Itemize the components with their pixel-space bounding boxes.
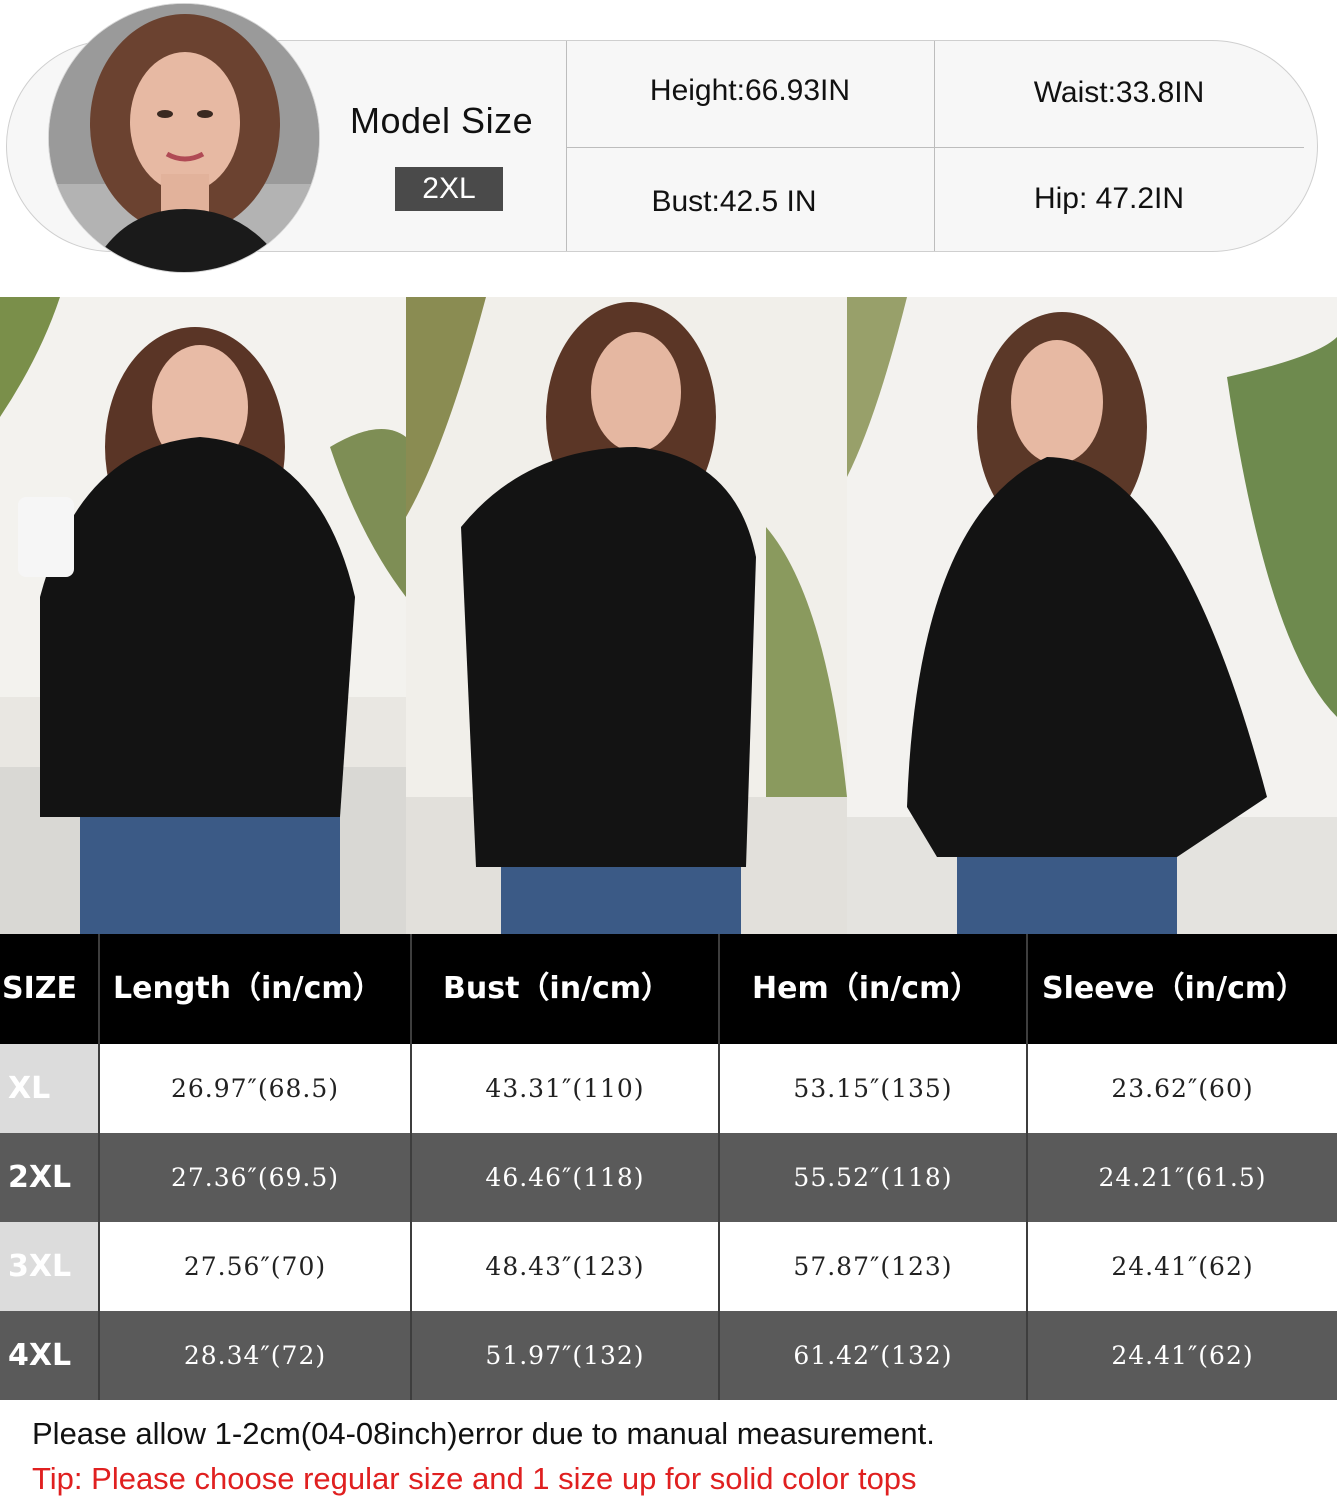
header-hem: Hem（in/cm）: [752, 971, 981, 1006]
length-value: 26.97″(68.5): [170, 1074, 340, 1103]
sleeve-value: 24.41″(62): [1111, 1252, 1254, 1281]
hem-value: 53.15″(135): [793, 1074, 953, 1103]
table-row: 2XL 27.36″(69.5) 46.46″(118) 55.52″(118)…: [0, 1133, 1337, 1222]
hem-value: 55.52″(118): [793, 1163, 953, 1192]
card-divider: [566, 41, 567, 251]
bust-value: 46.46″(118): [485, 1163, 645, 1192]
table-row: XL 26.97″(68.5) 43.31″(110) 53.15″(135) …: [0, 1044, 1337, 1133]
bust-value: 43.31″(110): [485, 1074, 645, 1103]
header-bust: Bust（in/cm）: [443, 971, 672, 1006]
bust-value: 48.43″(123): [485, 1252, 645, 1281]
column-divider: [410, 934, 412, 1400]
header-length: Length（in/cm）: [113, 971, 383, 1006]
model-bust: Bust:42.5 IN: [651, 185, 817, 218]
model-size-title: Model Size: [350, 100, 534, 141]
length-value: 27.36″(69.5): [170, 1163, 340, 1192]
header-sleeve: Sleeve（in/cm）: [1042, 971, 1307, 1006]
bust-value: 51.97″(132): [485, 1341, 645, 1370]
model-portrait: [48, 3, 320, 273]
header-size: SIZE: [2, 971, 78, 1006]
size-label: 2XL: [0, 1133, 98, 1222]
card-divider: [934, 41, 935, 251]
size-label: 3XL: [0, 1222, 98, 1311]
measurement-error-note: Please allow 1-2cm(04-08inch)error due t…: [32, 1416, 935, 1451]
model-photo-side: [847, 297, 1337, 934]
model-photo-front: [0, 297, 406, 934]
model-waist: Waist:33.8IN: [1033, 76, 1205, 109]
length-value: 27.56″(70): [183, 1252, 327, 1281]
column-divider: [718, 934, 720, 1400]
sleeve-value: 24.21″(61.5): [1098, 1163, 1267, 1192]
length-value: 28.34″(72): [183, 1341, 327, 1370]
size-chart-table: SIZE Length（in/cm） Bust（in/cm） Hem（in/cm…: [0, 934, 1337, 1401]
table-row: 4XL 28.34″(72) 51.97″(132) 61.42″(132) 2…: [0, 1311, 1337, 1400]
model-size-badge: 2XL: [395, 167, 503, 211]
size-label: 4XL: [0, 1311, 98, 1400]
sizing-tip: Tip: Please choose regular size and 1 si…: [32, 1461, 917, 1496]
sleeve-value: 24.41″(62): [1111, 1341, 1254, 1370]
table-row: 3XL 27.56″(70) 48.43″(123) 57.87″(123) 2…: [0, 1222, 1337, 1311]
sleeve-value: 23.62″(60): [1111, 1074, 1254, 1103]
hem-value: 61.42″(132): [793, 1341, 953, 1370]
model-photo-angle: [406, 297, 847, 934]
column-divider: [1026, 934, 1028, 1400]
card-divider: [566, 147, 1304, 148]
model-height: Height:66.93IN: [649, 74, 851, 107]
size-label: XL: [0, 1044, 98, 1133]
model-hip: Hip: 47.2IN: [1033, 182, 1185, 215]
column-divider: [98, 934, 100, 1400]
hem-value: 57.87″(123): [793, 1252, 953, 1281]
